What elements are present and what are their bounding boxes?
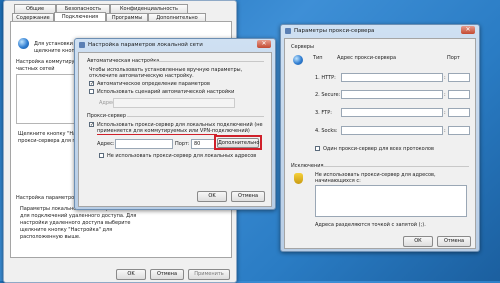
secure-address-input[interactable]: [341, 90, 443, 99]
ftp-address-input[interactable]: [341, 108, 443, 117]
port-colon: :: [444, 128, 446, 134]
proxy-dialog-title: Параметры прокси-сервера: [294, 28, 375, 34]
port-colon: :: [444, 75, 446, 81]
col-type: Тип: [313, 55, 323, 61]
http-port-input[interactable]: [448, 73, 470, 82]
exceptions-desc-2: начинающихся с:: [315, 178, 361, 184]
script-address-input[interactable]: [113, 98, 235, 108]
networks-title-2: частных сетей: [16, 66, 55, 72]
lan-desc-4: щелкните кнопку "Настройка" для: [20, 227, 113, 233]
exceptions-icon: [294, 173, 303, 184]
same-proxy-checkbox[interactable]: [315, 146, 320, 151]
exceptions-note: Адреса разделяются точкой с запятой (;).: [315, 222, 426, 228]
use-script-checkbox[interactable]: [89, 89, 94, 94]
proxy-ok-button[interactable]: ОК: [403, 236, 433, 247]
tab-connections[interactable]: Подключения: [54, 12, 106, 21]
connections-list[interactable]: [16, 74, 78, 124]
socks-address-input[interactable]: [341, 126, 443, 135]
globe-icon: [18, 38, 29, 49]
lan-cancel-button[interactable]: Отмена: [231, 191, 265, 202]
proxy-address-label: Адрес:: [97, 141, 115, 147]
tab-privacy[interactable]: Конфиденциальность: [110, 4, 188, 13]
col-address: Адрес прокси-сервера: [337, 55, 397, 61]
lan-dialog-body: Автоматическая настройка Чтобы использов…: [78, 52, 272, 207]
auto-detect-label: Автоматическое определение параметров: [97, 81, 210, 87]
use-proxy-checkbox[interactable]: ✓: [89, 122, 94, 128]
close-icon[interactable]: ✕: [257, 40, 271, 48]
proxy-cancel-button[interactable]: Отмена: [437, 236, 471, 247]
address-underline: [97, 134, 217, 135]
port-colon: :: [444, 110, 446, 116]
auto-detect-checkbox[interactable]: ✓: [89, 81, 94, 87]
row-socks-type: 4. Socks:: [315, 128, 338, 134]
secure-port-input[interactable]: [448, 90, 470, 99]
row-secure-type: 2. Secure:: [315, 92, 341, 98]
col-port: Порт: [447, 55, 460, 61]
inet-apply-button[interactable]: Применить: [188, 269, 230, 280]
same-proxy-label: Один прокси-сервер для всех протоколов: [323, 146, 434, 152]
ftp-port-input[interactable]: [448, 108, 470, 117]
close-icon[interactable]: ✕: [461, 26, 475, 34]
lan-ok-button[interactable]: OK: [197, 191, 227, 202]
setup-text: Для установки п: [34, 41, 78, 47]
http-address-input[interactable]: [341, 73, 443, 82]
settings-icon: [79, 42, 85, 48]
lan-dialog-title: Настройка параметров локальной сети: [88, 42, 203, 48]
auto-desc-2: отключите автоматическую настройку.: [89, 73, 194, 79]
use-script-label: Использовать сценарий автоматической нас…: [97, 89, 235, 95]
row-http-type: 1. HTTP:: [315, 75, 336, 81]
proxy-group-label: Прокси-сервер: [87, 113, 127, 119]
bypass-local-checkbox[interactable]: [99, 153, 104, 158]
lan-desc-2: для подключений удаленного доступа. Для: [20, 213, 137, 219]
inet-ok-button[interactable]: OK: [116, 269, 146, 280]
proxy-group-divider: [127, 116, 264, 117]
proxy-dialog-icon: [285, 28, 291, 34]
exceptions-textarea[interactable]: [315, 185, 467, 217]
proxy-dialog-body: Серверы Тип Адрес прокси-сервера Порт 1.…: [284, 38, 476, 249]
inet-cancel-button[interactable]: Отмена: [150, 269, 184, 280]
proxy-port-label: Порт:: [175, 141, 190, 147]
row-ftp-type: 3. FTP:: [315, 110, 332, 116]
proxy-address-input[interactable]: [115, 139, 173, 149]
proxy-port-input[interactable]: 80: [191, 139, 215, 149]
auto-config-divider: [149, 61, 264, 62]
bypass-local-label: Не использовать прокси-сервер для локаль…: [107, 153, 257, 159]
proxy-settings-dialog: Параметры прокси-сервера ✕ Серверы Тип А…: [280, 24, 480, 252]
exceptions-divider: [321, 166, 469, 167]
servers-group-label: Серверы: [291, 44, 314, 50]
exceptions-group-label: Исключения: [291, 163, 324, 169]
socks-port-input[interactable]: [448, 126, 470, 135]
lan-desc-5: расположенную выше.: [20, 234, 81, 240]
lan-settings-dialog: Настройка параметров локальной сети ✕ Ав…: [74, 38, 276, 210]
tab-general[interactable]: Общие: [14, 4, 56, 13]
lan-desc-3: настройки удаленного доступа выберите: [20, 220, 131, 226]
port-colon: :: [444, 92, 446, 98]
network-icon: [293, 55, 303, 65]
advanced-button[interactable]: Дополнительно: [217, 138, 259, 148]
